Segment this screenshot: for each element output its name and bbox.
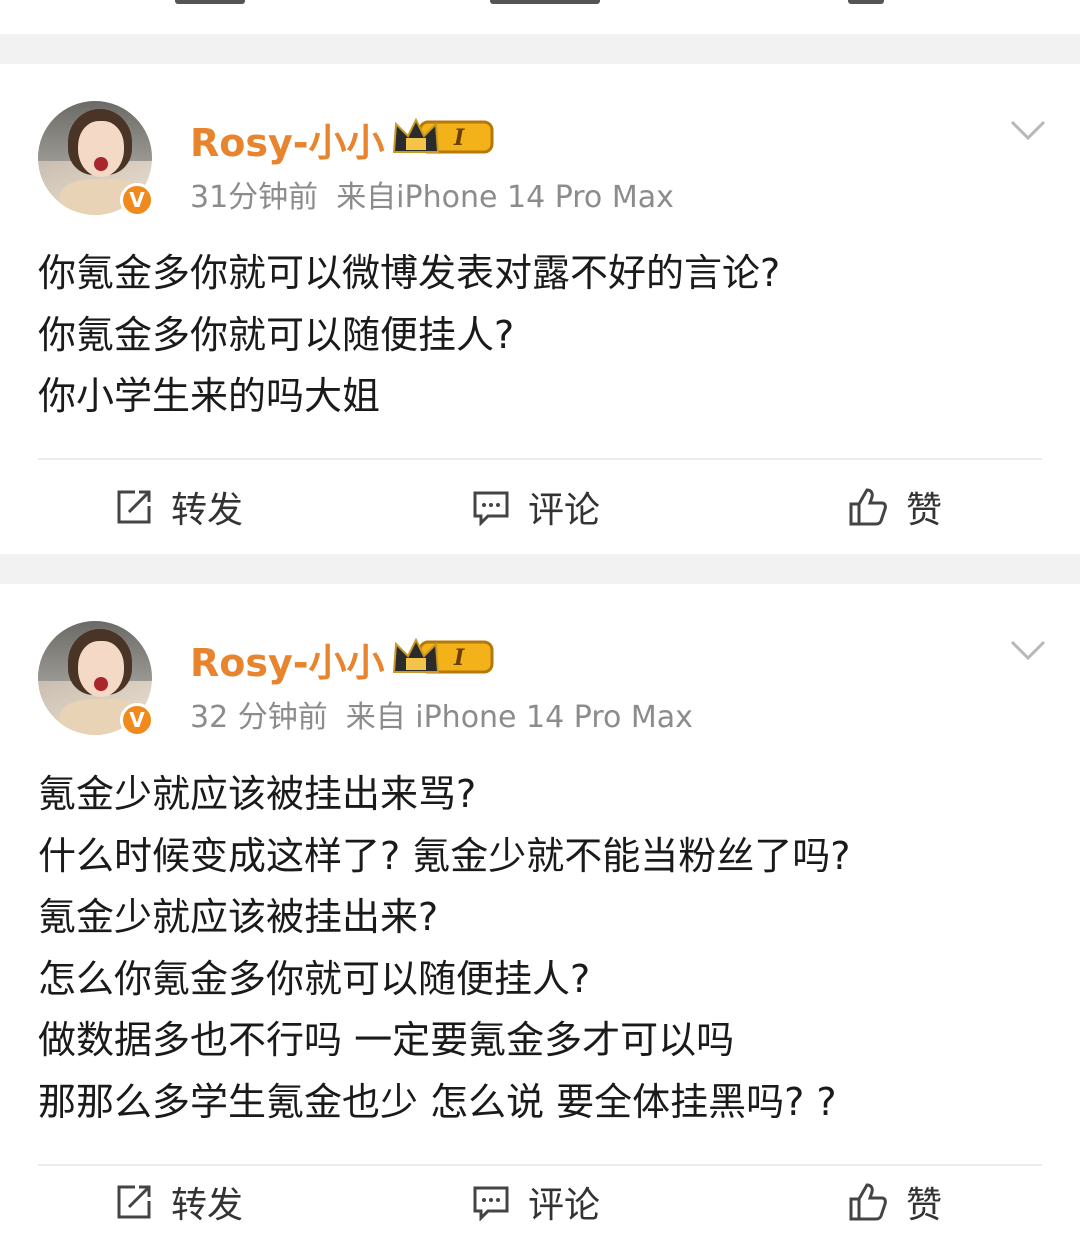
username[interactable]: Rosy-小小 xyxy=(190,632,385,687)
comment-label: 评论 xyxy=(528,490,601,531)
verified-v-icon: V xyxy=(120,703,154,737)
comment-label: 评论 xyxy=(528,1185,601,1226)
repost-button[interactable]: 转发 xyxy=(115,462,243,552)
repost-icon xyxy=(117,490,151,524)
content-line: 氪金少就应该被挂出来骂? xyxy=(38,772,477,816)
svg-text:I: I xyxy=(453,125,465,151)
repost-button[interactable]: 转发 xyxy=(115,1168,243,1236)
post-meta: 32 分钟前 来自 iPhone 14 Pro Max xyxy=(190,692,711,736)
repost-label: 转发 xyxy=(171,490,244,531)
thumbs-up-icon xyxy=(849,488,887,526)
content-line: 你小学生来的吗大姐 xyxy=(38,374,381,418)
crown-level-icon: I xyxy=(392,637,494,674)
post-source: 来自iPhone 14 Pro Max xyxy=(336,180,674,215)
repost-label: 转发 xyxy=(171,1185,244,1226)
content-line: 什么时候变成这样了? 氪金少就不能当粉丝了吗? xyxy=(38,833,851,878)
like-button[interactable]: 赞 xyxy=(848,462,942,552)
post-time: 31分钟前 xyxy=(190,180,319,215)
weibo-post: V Rosy-小小 I 31分钟前 来自iPhone 14 Pro Max 你氪金… xyxy=(0,64,1080,554)
chevron-down-icon[interactable] xyxy=(1010,118,1046,142)
post-content: 氪金少就应该被挂出来骂? 什么时候变成这样了? 氪金少就不能当粉丝了吗? 氪金少… xyxy=(38,764,1048,1133)
action-divider xyxy=(38,1164,1042,1166)
content-line: 怎么你氪金多你就可以随便挂人? xyxy=(38,956,591,1001)
action-divider xyxy=(38,458,1042,460)
content-line: 做数据多也不行吗 一定要氪金多才可以吗 xyxy=(38,1018,735,1062)
crown-level-icon: I xyxy=(392,117,494,154)
like-button[interactable]: 赞 xyxy=(848,1168,942,1236)
like-label: 赞 xyxy=(906,490,943,531)
username[interactable]: Rosy-小小 xyxy=(190,112,385,167)
post-content: 你氪金多你就可以微博发表对露不好的言论? 你氪金多你就可以随便挂人? 你小学生来… xyxy=(38,243,1048,428)
post-action-bar: 转发 评论 赞 xyxy=(0,462,1080,552)
content-line: 那那么多学生氪金也少 怎么说 要全体挂黑吗? ? xyxy=(38,1079,837,1124)
content-line: 你氪金多你就可以微博发表对露不好的言论? xyxy=(38,251,781,295)
thumbs-up-icon xyxy=(849,1183,887,1221)
post-source: 来自 iPhone 14 Pro Max xyxy=(345,700,693,735)
post-separator xyxy=(0,34,1080,64)
comment-icon xyxy=(473,491,509,526)
post-action-bar: 转发 评论 赞 xyxy=(0,1168,1080,1236)
verified-v-icon: V xyxy=(120,183,154,217)
post-meta: 31分钟前 来自iPhone 14 Pro Max xyxy=(190,172,692,216)
previous-post-actions-partial xyxy=(0,0,1080,34)
chevron-down-icon[interactable] xyxy=(1010,638,1046,662)
weibo-post: V Rosy-小小 I 32 分钟前 来自 iPhone 14 Pro Max 氪… xyxy=(0,584,1080,1236)
like-label: 赞 xyxy=(906,1185,943,1226)
user-avatar[interactable]: V xyxy=(38,101,154,217)
content-line: 氪金少就应该被挂出来? xyxy=(38,895,439,939)
comment-button[interactable]: 评论 xyxy=(472,1168,600,1236)
comment-icon xyxy=(473,1186,509,1221)
content-line: 你氪金多你就可以随便挂人? xyxy=(38,312,515,357)
post-separator xyxy=(0,554,1080,584)
user-avatar[interactable]: V xyxy=(38,621,154,737)
svg-text:I: I xyxy=(453,645,465,671)
post-time: 32 分钟前 xyxy=(190,700,328,735)
comment-button[interactable]: 评论 xyxy=(472,462,600,552)
repost-icon xyxy=(117,1185,151,1219)
